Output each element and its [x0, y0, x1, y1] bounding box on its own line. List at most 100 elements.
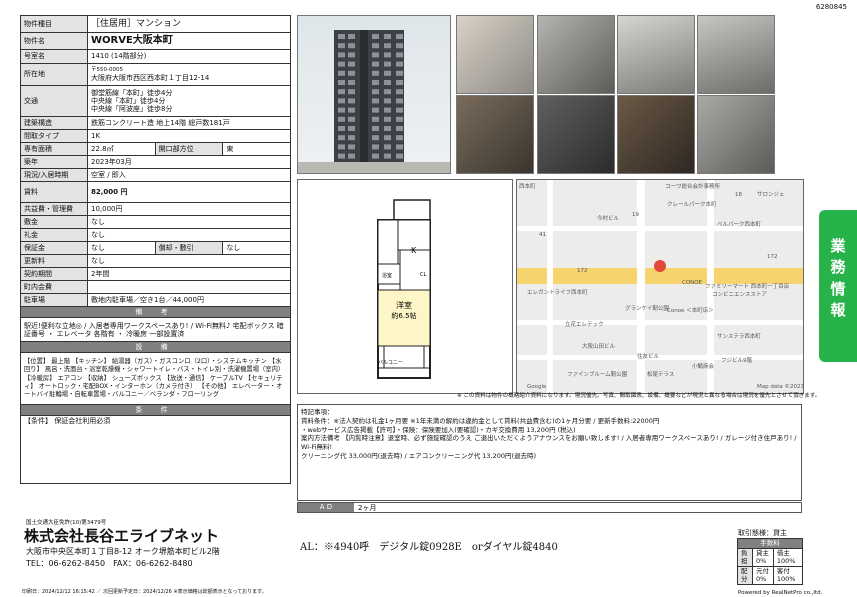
tab-char: 務 — [830, 258, 846, 277]
map-label: サロンジェ — [757, 191, 785, 198]
photo-lounge — [697, 95, 775, 174]
ad-row: A D 2ヶ月 — [297, 502, 802, 513]
building-window — [396, 135, 403, 141]
powered-by: Powered by RealNetPro co.,ltd. — [738, 590, 823, 596]
building-window — [372, 43, 379, 49]
value — [87, 280, 291, 294]
row-layout: 間取タイプ 1K — [20, 129, 291, 143]
map-label: ファインブルーム靭公園 — [567, 370, 628, 378]
room-label: 洋室 — [396, 300, 412, 310]
fee-cell: 借主 100% — [772, 548, 804, 568]
building-window — [338, 34, 345, 39]
map-label: サンステラ西本町 — [717, 332, 761, 340]
label: 契約期間 — [20, 267, 88, 281]
value: 10,000円 — [87, 202, 291, 216]
fee-cell: 元付 0% — [752, 566, 774, 586]
balcony-label: バルコニー — [378, 360, 403, 366]
notes-title: 特記事項： — [301, 408, 334, 416]
label: 町内会費 — [20, 280, 88, 294]
fee-heading: 手数料 — [737, 537, 803, 550]
print-dates: 印刷日：2024/12/12 16:15:42 ／ 次回更新予定日：2024/1… — [22, 589, 267, 595]
value: 1K — [87, 129, 291, 143]
value: 鉄筋コンクリート造 地上14階 総戸数181戸 — [87, 116, 291, 130]
tab-char: 情 — [830, 279, 846, 298]
building-window — [384, 107, 391, 113]
map[interactable]: 西本町 コーワ総合会計事務所 18 サロンジェ クレールパーク本町 19 今村ビル ベルパーク… — [516, 179, 804, 394]
building-window — [338, 153, 345, 159]
fee-table: 手数料 負担 貸主 0% 借主 100% 配分 元付 0% 客付 100% — [736, 537, 804, 586]
map-label: 大阪山田ビル — [582, 342, 616, 350]
fee-cell: 配分 — [736, 566, 754, 586]
building-window — [348, 135, 355, 141]
value: なし — [87, 254, 291, 268]
building-window — [338, 61, 345, 67]
note-line: クリーニング代 33,000円(退去時) / エアコンクリーニング代 13,20… — [301, 451, 537, 460]
photo-kitchen — [537, 15, 615, 94]
notes-caption: ※ この資料は物件の概略紹介資料になります。現況優先。写真、間取図表、設備、概要… — [457, 393, 821, 399]
label: 更新料 — [20, 254, 88, 268]
equipment-heading: 設 備 — [20, 341, 291, 354]
label: 開口部方位 — [154, 142, 224, 156]
company-name: 株式会社長谷エライブネット — [24, 527, 220, 545]
label: 駐車場 — [20, 293, 88, 307]
value: 空室 / 即入 — [87, 168, 291, 182]
row-renewal: 更新料 なし — [20, 254, 291, 268]
label: 礼金 — [20, 228, 88, 242]
building-window — [348, 98, 355, 104]
value: なし — [87, 228, 291, 242]
transit-line: 中央線「本町」徒歩4分 — [91, 96, 166, 105]
building-window — [348, 43, 355, 49]
map-label: ファミリーマート 西本町一丁目店 — [705, 282, 790, 290]
label: 物件名 — [20, 32, 88, 50]
map-label: フジビル9階 — [721, 356, 752, 364]
map-label: 西本町 — [519, 182, 536, 190]
note-line: 案内方法備考 【内覧時注意】退室時、必ず施錠確認のうえ ご退出いただくようアナウ… — [301, 434, 797, 452]
building-window — [372, 70, 379, 76]
building-window — [396, 52, 403, 58]
map-label: CONOE — [682, 280, 703, 286]
photo-washroom — [697, 15, 775, 94]
building-window — [338, 135, 345, 141]
map-label: Conoe ＜本町店＞ — [667, 306, 714, 314]
building-window — [348, 89, 355, 95]
map-label: 小鯖商会 — [692, 362, 715, 370]
building-window — [384, 135, 391, 141]
license: 国土交通大臣免許(10)第3479号 — [26, 520, 107, 526]
access-code: AL：※4940呼 デジタル錠0928E orダイヤル錠4840 — [300, 542, 558, 553]
building-illustration — [298, 30, 450, 173]
label: 現況/入居時期 — [20, 168, 88, 182]
address: 大阪府大阪市西区西本町１丁目12-14 — [91, 73, 210, 82]
map-label: Map data ©2023 — [757, 383, 803, 390]
room-size: 約6.5帖 — [391, 311, 416, 320]
document-id: 6280845 — [815, 3, 847, 11]
building-window — [372, 107, 379, 113]
map-label: 立花エレテック — [565, 320, 604, 328]
remarks-heading: 備 考 — [20, 305, 291, 319]
row-parking: 駐車場 敷地内駐車場／空き1台／44,000円 — [20, 293, 291, 307]
footer: 国土交通大臣免許(10)第3479号 株式会社長谷エライブネット 大阪市中央区本… — [0, 517, 857, 597]
building-window — [384, 98, 391, 104]
building-window — [396, 144, 403, 150]
property-table: 物件種目 ［住居用］マンション 物件名 WORVE大阪本町 号室名 1410 (14階… — [20, 15, 291, 485]
building-window — [348, 116, 355, 122]
building-window — [348, 126, 355, 131]
transaction-type: 取引態様：貸主 — [738, 529, 787, 537]
map-label: 19 — [632, 212, 639, 218]
building-window — [372, 52, 379, 58]
business-info-tab[interactable]: 業 務 情 報 — [819, 210, 857, 362]
building-window — [396, 70, 403, 76]
building-window — [396, 61, 403, 67]
label: 建築構造 — [20, 116, 88, 130]
tab-char: 業 — [830, 237, 846, 255]
label: 物件種目 — [20, 15, 88, 33]
ad-value: 2ヶ月 — [358, 504, 377, 512]
building-window — [372, 34, 379, 39]
building-window — [348, 107, 355, 113]
row-name: 物件名 WORVE大阪本町 — [20, 32, 291, 50]
building-window — [338, 98, 345, 104]
building-window — [396, 98, 403, 104]
photo-workspace — [617, 95, 695, 174]
building-window — [396, 126, 403, 131]
map-label: ベルパーク西本町 — [717, 220, 762, 228]
map-label: 172 — [577, 268, 588, 274]
